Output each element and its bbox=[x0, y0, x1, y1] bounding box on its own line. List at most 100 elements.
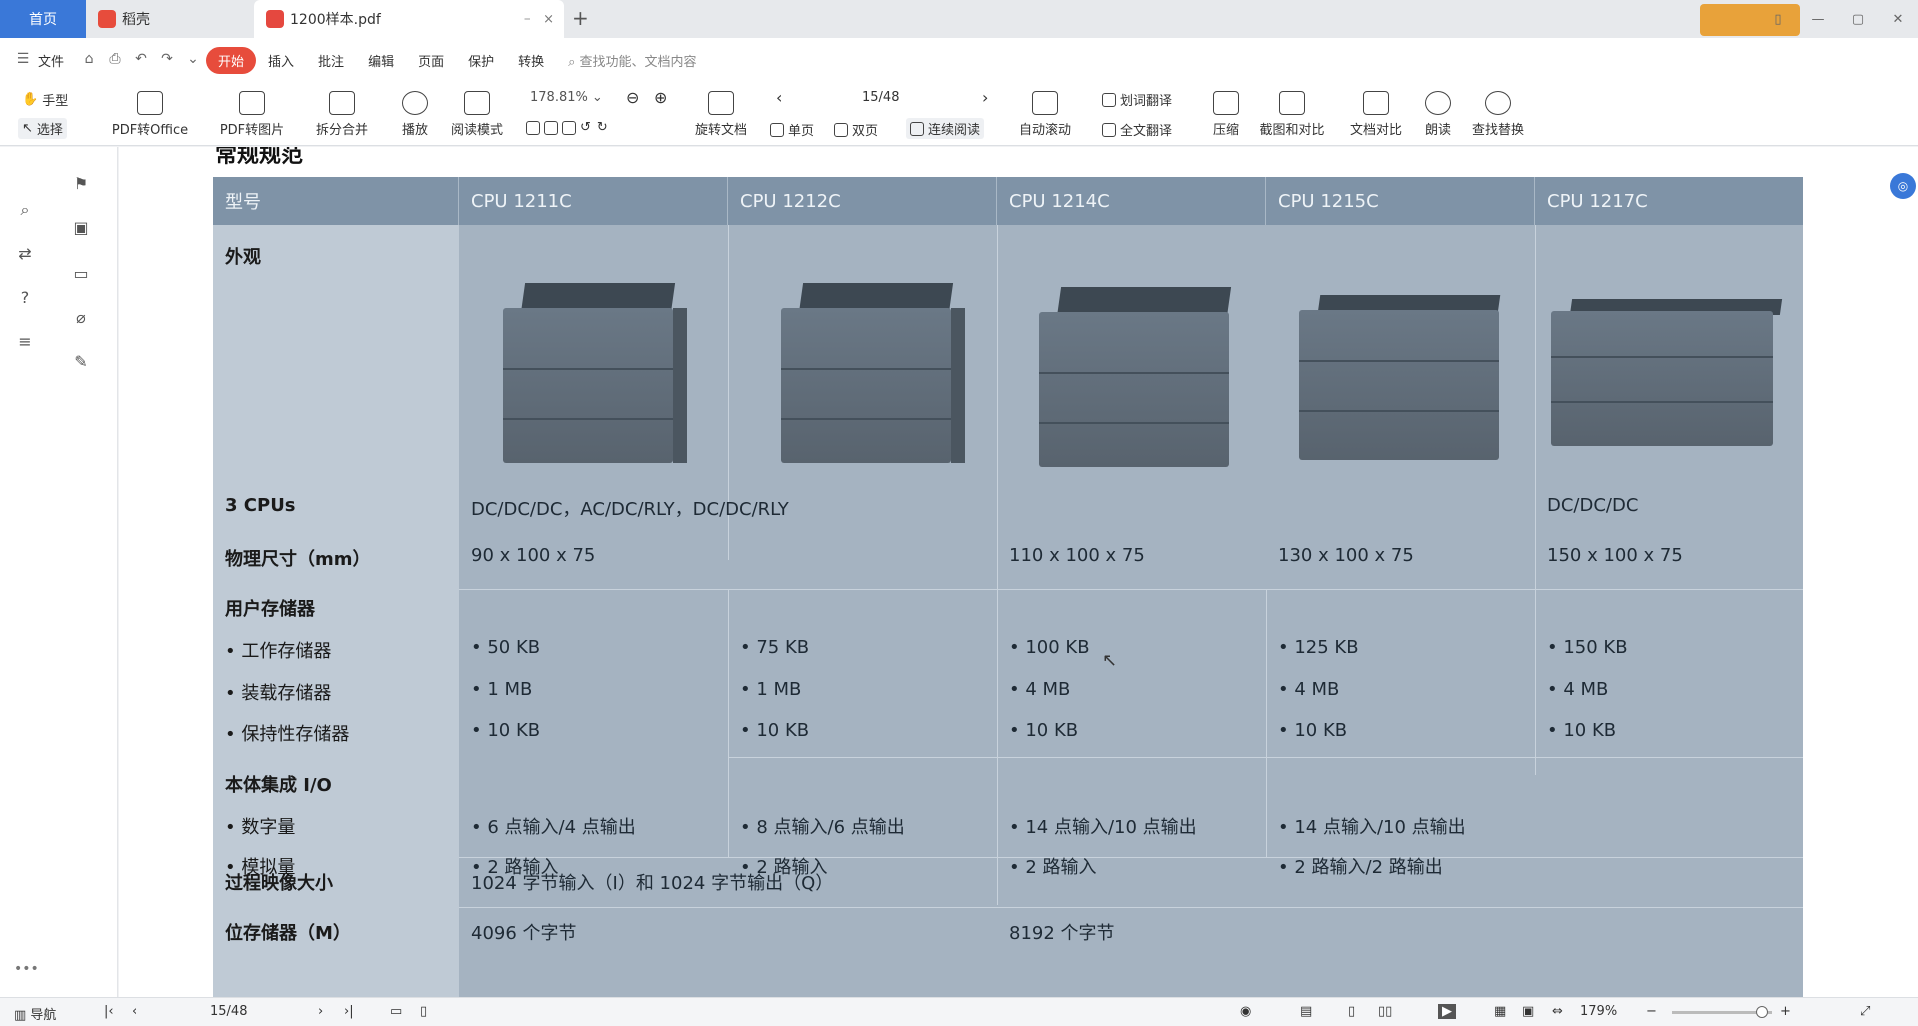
search-field[interactable]: ⌕ 查找功能、文档内容 bbox=[568, 51, 696, 70]
double-view-icon[interactable]: ▯▯ bbox=[1378, 1004, 1392, 1019]
actual-size-icon[interactable] bbox=[562, 120, 576, 135]
thumbnail-icon[interactable]: ▣ bbox=[70, 217, 92, 239]
menu-start[interactable]: 开始 bbox=[206, 46, 257, 74]
tab-pdf-document[interactable]: 1200样本.pdf ⎯ × bbox=[254, 0, 564, 38]
tab-bar: 首页 稻壳 1200样本.pdf ⎯ × + ▯ — ▢ ✕ bbox=[0, 0, 1918, 38]
find-replace-button[interactable]: 查找替换 bbox=[1466, 82, 1530, 146]
split-merge-button[interactable]: 拆分合并 bbox=[304, 82, 380, 146]
hand-tool-button[interactable]: ✋ 手型 bbox=[22, 90, 68, 109]
more-icon[interactable]: ••• bbox=[14, 961, 39, 977]
menu-annotate[interactable]: 批注 bbox=[306, 51, 356, 70]
close-window-icon[interactable]: ✕ bbox=[1878, 12, 1918, 27]
zoom-in-icon[interactable]: ⊕ bbox=[654, 88, 667, 107]
open-icon[interactable]: ⌂ bbox=[80, 51, 98, 69]
fullscreen-read-icon[interactable]: ▶ bbox=[1438, 1004, 1456, 1019]
menu-edit[interactable]: 编辑 bbox=[356, 51, 406, 70]
page-input[interactable]: 15/48 bbox=[210, 1004, 247, 1019]
rotate-right-icon[interactable]: ↻ bbox=[597, 120, 608, 135]
prev-page-icon[interactable]: ‹ bbox=[776, 88, 782, 107]
menu-protect[interactable]: 保护 bbox=[456, 51, 506, 70]
doc-compare-button[interactable]: 文档对比 bbox=[1344, 82, 1408, 146]
read-aloud-button[interactable]: 朗读 bbox=[1418, 82, 1458, 146]
next-page-icon[interactable]: › bbox=[982, 88, 988, 107]
hamburger-icon[interactable]: ☰ bbox=[14, 51, 32, 69]
zoom-slider-handle[interactable] bbox=[1756, 1006, 1768, 1018]
translate-full-label: 全文翻译 bbox=[1120, 124, 1173, 139]
layout-icon[interactable]: ▯ bbox=[1758, 12, 1798, 27]
signature-icon[interactable]: ✎ bbox=[70, 351, 92, 373]
zoom-in-status-icon[interactable]: + bbox=[1780, 1004, 1791, 1019]
menu-page[interactable]: 页面 bbox=[406, 51, 456, 70]
nav-button[interactable]: ▥ 导航 bbox=[14, 1004, 56, 1023]
fit-icon[interactable]: ▭ bbox=[390, 1004, 402, 1019]
translate-icon bbox=[1102, 92, 1116, 107]
scissors-icon bbox=[1279, 90, 1305, 115]
rotate-doc-button[interactable]: 旋转文档 bbox=[688, 82, 754, 146]
continuous-read-button[interactable]: 连续阅读 bbox=[906, 118, 985, 139]
read-mode-button[interactable]: 阅读模式 bbox=[444, 82, 510, 146]
single-view-icon[interactable]: ▯ bbox=[1348, 1004, 1355, 1019]
tab-pin-icon[interactable]: ⎯ bbox=[525, 12, 531, 26]
auto-scroll-button[interactable]: 自动滚动 bbox=[1010, 82, 1080, 146]
continuous-icon[interactable]: ▤ bbox=[1300, 1004, 1312, 1019]
eye-protect-icon[interactable]: ◉ bbox=[1240, 1004, 1251, 1019]
cell-work-mem: • 75 KB bbox=[740, 637, 810, 658]
attachment-icon[interactable]: ⌀ bbox=[70, 307, 92, 329]
redo-icon[interactable]: ↷ bbox=[158, 51, 176, 69]
fullscreen-icon[interactable]: ⤢ bbox=[1860, 1004, 1870, 1019]
translate-word-button[interactable]: 划词翻译 bbox=[1102, 90, 1172, 109]
translate-full-button[interactable]: 全文翻译 bbox=[1102, 120, 1172, 139]
fit-width-icon[interactable] bbox=[526, 120, 540, 135]
bookmark-icon[interactable]: ⚑ bbox=[70, 173, 92, 195]
zoom-search-icon[interactable]: ⌕ bbox=[14, 199, 36, 221]
page-view-icon[interactable]: ▯ bbox=[420, 1004, 427, 1019]
minimize-icon[interactable]: — bbox=[1798, 12, 1838, 27]
single-page-button[interactable]: 单页 bbox=[770, 120, 814, 139]
grid-view-icon[interactable]: ▦ bbox=[1494, 1004, 1506, 1019]
zoom-level[interactable]: 179% bbox=[1580, 1004, 1617, 1019]
cell-retain-mem: • 10 KB bbox=[1009, 720, 1079, 741]
plc-image-1217c bbox=[1551, 299, 1783, 479]
fit-width-status-icon[interactable]: ⇔ bbox=[1552, 1004, 1563, 1019]
tab-docer[interactable]: 稻壳 bbox=[86, 0, 251, 38]
last-page-icon[interactable]: ›| bbox=[344, 1004, 354, 1019]
play-button[interactable]: 播放 bbox=[392, 82, 438, 146]
print-icon[interactable]: ⎙ bbox=[106, 51, 124, 69]
menu-convert[interactable]: 转换 bbox=[506, 51, 556, 70]
table-header: 型号 CPU 1211C CPU 1212C CPU 1214C CPU 121… bbox=[213, 177, 1803, 225]
new-tab-button[interactable]: + bbox=[572, 6, 589, 30]
first-page-icon[interactable]: |‹ bbox=[104, 1004, 114, 1019]
assistant-icon[interactable]: ◎ bbox=[1890, 173, 1916, 199]
rotate-left-icon[interactable]: ↺ bbox=[580, 120, 591, 135]
view-tools: ↺ ↻ bbox=[526, 120, 608, 135]
find-replace-label: 查找替换 bbox=[1471, 122, 1524, 138]
menu-insert[interactable]: 插入 bbox=[256, 51, 306, 70]
menu-file[interactable]: 文件 bbox=[36, 51, 76, 70]
fit-page-icon[interactable] bbox=[544, 120, 558, 135]
page-indicator[interactable]: 15/48 bbox=[862, 90, 899, 105]
prev-page-status-icon[interactable]: ‹ bbox=[132, 1004, 137, 1019]
next-page-status-icon[interactable]: › bbox=[318, 1004, 323, 1019]
select-tool-button[interactable]: ↖ 选择 bbox=[18, 118, 67, 139]
settings-sliders-icon[interactable]: ≡ bbox=[14, 331, 36, 353]
chevron-down-icon[interactable]: ⌄ bbox=[184, 51, 202, 69]
book-icon bbox=[464, 90, 490, 115]
zoom-select[interactable]: 178.81% ⌄ bbox=[530, 90, 603, 105]
zoom-out-status-icon[interactable]: − bbox=[1646, 1004, 1657, 1019]
zoom-out-icon[interactable]: ⊖ bbox=[626, 88, 639, 107]
pdf-to-image-button[interactable]: PDF转图片 bbox=[212, 82, 292, 146]
pdf-to-office-button[interactable]: PDF转Office bbox=[102, 82, 198, 146]
help-icon[interactable]: ? bbox=[14, 287, 36, 309]
double-page-button[interactable]: 双页 bbox=[834, 120, 878, 139]
comment-icon[interactable]: ▭ bbox=[70, 263, 92, 285]
play-label: 播放 bbox=[401, 122, 428, 138]
fit-page-status-icon[interactable]: ▣ bbox=[1522, 1004, 1534, 1019]
maximize-icon[interactable]: ▢ bbox=[1838, 12, 1878, 27]
compress-button[interactable]: 压缩 bbox=[1206, 82, 1246, 146]
cell-retain-mem: • 10 KB bbox=[1278, 720, 1348, 741]
tab-close-icon[interactable]: × bbox=[543, 12, 554, 27]
translate-side-icon[interactable]: ⇄ bbox=[14, 243, 36, 265]
tab-home[interactable]: 首页 bbox=[0, 0, 86, 38]
screenshot-compare-button[interactable]: 截图和对比 bbox=[1254, 82, 1330, 146]
undo-icon[interactable]: ↶ bbox=[132, 51, 150, 69]
